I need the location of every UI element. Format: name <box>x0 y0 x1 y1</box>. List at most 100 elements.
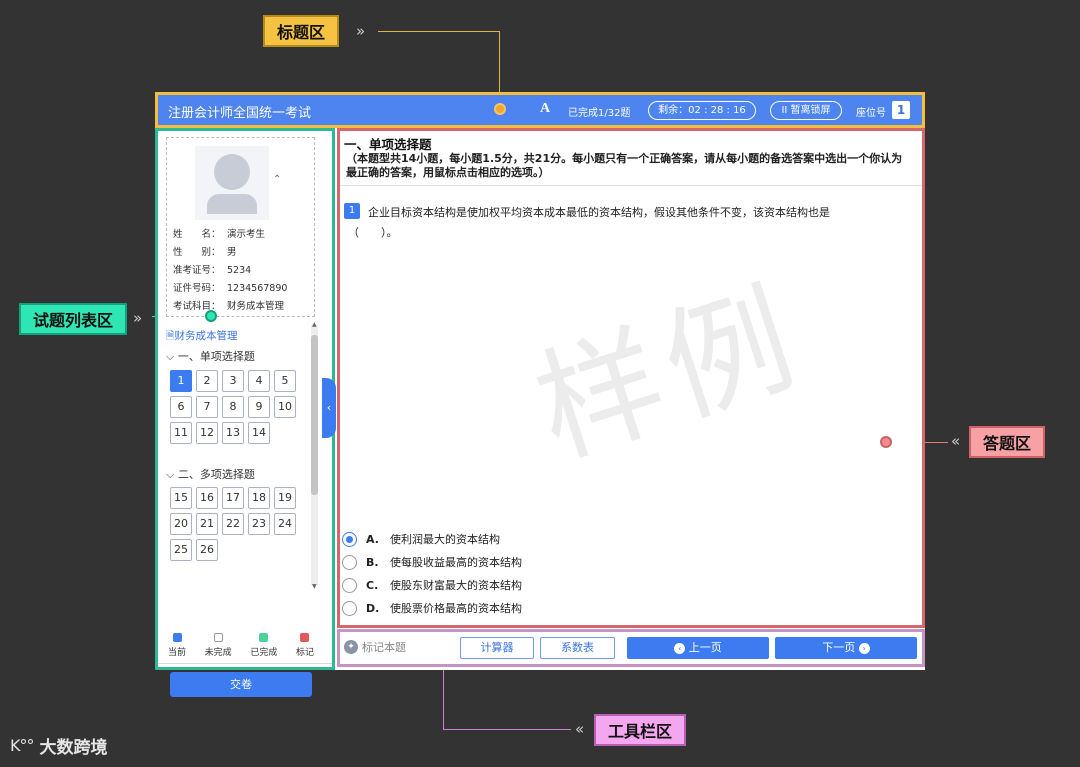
info-value: 男 <box>227 247 237 258</box>
radio-button[interactable] <box>342 600 357 616</box>
brand-name: 大数跨境 <box>39 738 108 758</box>
legend-swatch <box>300 633 310 642</box>
scrollbar-thumb[interactable] <box>311 335 318 495</box>
section-single-choice[interactable]: ⌵ 一、单项选择题 <box>166 348 255 364</box>
question-nav-button[interactable]: 21 <box>196 513 218 535</box>
question-grid: 15 16 17 18 19 20 21 22 23 24 25 26 <box>170 487 296 561</box>
mark-question-button[interactable]: ✦ 标记本题 <box>344 639 406 655</box>
subject-link[interactable]: 🗎财务成本管理 <box>166 328 237 346</box>
candidate-card: ⌃ 姓 名： 演示考生性 别： 男准考证号： 5234 证件号码： 1234567890 考… <box>166 137 315 317</box>
option-text: 使利润最大的资本结构 <box>390 533 500 546</box>
scrollbar[interactable] <box>311 325 318 585</box>
question-nav-button[interactable]: 10 <box>274 396 296 418</box>
option-letter: A. <box>366 532 379 546</box>
question-nav-button[interactable]: 8 <box>222 396 244 418</box>
info-label: 考试科目： <box>173 301 221 312</box>
radio-button[interactable] <box>342 531 357 547</box>
question-nav-button[interactable]: 23 <box>248 513 270 535</box>
legend-item: 标记 <box>296 633 314 658</box>
info-value: 演示考生 <box>227 229 266 240</box>
question-nav-button[interactable]: 13 <box>222 422 244 444</box>
radio-button[interactable] <box>342 577 357 593</box>
question-nav-button[interactable]: 20 <box>170 513 192 535</box>
question-nav-button[interactable]: 14 <box>248 422 270 444</box>
avatar-head-icon <box>214 154 250 190</box>
section-instructions: （本题型共14小题，每小题1.5分，共21分。每小题只有一个正确答案，请从每小题… <box>346 152 903 179</box>
question-nav-button[interactable]: 18 <box>248 487 270 509</box>
legend-label: 未完成 <box>204 648 232 658</box>
answer-option[interactable]: C. 使股东财富最大的资本结构 <box>342 575 522 595</box>
question-nav-button[interactable]: 7 <box>196 396 218 418</box>
question-nav-button[interactable]: 6 <box>170 396 192 418</box>
question-nav-button[interactable]: 9 <box>248 396 270 418</box>
question-nav-button[interactable]: 15 <box>170 487 192 509</box>
question-nav-button[interactable]: 19 <box>274 487 296 509</box>
scroll-down-icon[interactable]: ▼ <box>312 583 317 590</box>
answer-option[interactable]: B. 使每股收益最高的资本结构 <box>342 552 522 572</box>
candidate-info-row: 考试科目： 财务成本管理 <box>173 298 284 312</box>
subject-name: 财务成本管理 <box>174 330 238 342</box>
option-text: 使每股收益最高的资本结构 <box>390 556 522 569</box>
question-nav-button[interactable]: 16 <box>196 487 218 509</box>
radio-button[interactable] <box>342 554 357 570</box>
option-letter: C. <box>366 578 379 592</box>
status-legend: 当前 未完成 已完成 标记 <box>168 633 314 658</box>
question-nav-button[interactable]: 22 <box>222 513 244 535</box>
info-label: 准考证号： <box>173 265 221 276</box>
font-size-icon[interactable]: A <box>540 101 550 117</box>
question-nav-button[interactable]: 4 <box>248 370 270 392</box>
question-nav-button[interactable]: 3 <box>222 370 244 392</box>
chevron-up-icon[interactable]: ⌃ <box>273 174 281 185</box>
section-multi-choice[interactable]: ⌵ 二、多项选择题 <box>166 466 255 482</box>
toolbar: ✦ 标记本题 计算器 系数表 ‹ 上一页 下一页 › <box>337 629 925 667</box>
info-value: 财务成本管理 <box>227 301 285 312</box>
title-bar: 注册会计师全国统一考试 A 已完成1/32题 剩余：02 : 28 : 16 I… <box>155 92 925 128</box>
scroll-up-icon[interactable]: ▲ <box>312 321 317 328</box>
candidate-info-row: 准考证号： 5234 <box>173 262 251 276</box>
toolbar-area-callout: 工具栏区 <box>594 714 687 746</box>
legend-label: 当前 <box>168 648 187 658</box>
legend-swatch <box>172 633 182 642</box>
title-callout-dot <box>494 103 506 115</box>
divider <box>158 663 332 664</box>
answer-option[interactable]: D. 使股票价格最高的资本结构 <box>342 598 522 618</box>
legend-label: 标记 <box>295 648 314 658</box>
question-number: 1 <box>344 203 360 219</box>
chevron-right-icon: » <box>133 309 143 327</box>
sample-watermark: 样例 <box>520 264 820 485</box>
option-text: 使股票价格最高的资本结构 <box>390 602 522 615</box>
question-nav-button[interactable]: 11 <box>170 422 192 444</box>
pause-lock-button[interactable]: II 暂离锁屏 <box>770 101 842 120</box>
exam-window: 注册会计师全国统一考试 A 已完成1/32题 剩余：02 : 28 : 16 I… <box>155 92 925 697</box>
countdown-timer: 剩余：02 : 28 : 16 <box>648 101 756 120</box>
question-nav-button[interactable]: 1 <box>170 370 192 392</box>
answer-area: 一、单项选择题 （本题型共14小题，每小题1.5分，共21分。每小题只有一个正确… <box>337 128 925 628</box>
answer-callout-dot <box>880 436 892 448</box>
next-page-button[interactable]: 下一页 › <box>775 637 917 659</box>
divider <box>340 185 922 186</box>
prev-label: 上一页 <box>688 641 722 654</box>
chevron-down-icon: ⌵ <box>166 468 178 481</box>
calculator-button[interactable]: 计算器 <box>460 637 534 659</box>
question-nav-button[interactable]: 5 <box>274 370 296 392</box>
progress-text: 已完成1/32题 <box>568 108 631 119</box>
avatar <box>195 146 269 220</box>
legend-item: 当前 <box>168 633 186 658</box>
question-nav-button[interactable]: 17 <box>222 487 244 509</box>
legend-swatch <box>259 633 269 642</box>
question-nav-button[interactable]: 24 <box>274 513 296 535</box>
prev-page-button[interactable]: ‹ 上一页 <box>627 637 769 659</box>
question-nav-button[interactable]: 2 <box>196 370 218 392</box>
question-nav-button[interactable]: 12 <box>196 422 218 444</box>
coefficient-table-button[interactable]: 系数表 <box>540 637 615 659</box>
submit-exam-button[interactable]: 交卷 <box>170 672 312 697</box>
candidate-info-row: 姓 名： 演示考生 <box>173 226 265 240</box>
question-nav-button[interactable]: 25 <box>170 539 192 561</box>
answer-option[interactable]: A. 使利润最大的资本结构 <box>342 529 500 549</box>
collapse-panel-button[interactable]: ‹ <box>322 378 336 438</box>
question-navigator: 🗎财务成本管理 ⌵ 一、单项选择题 1 2 3 4 5 6 7 8 9 10 11 12 13 14 ⌵ … <box>166 324 312 629</box>
chevron-left-icon: « <box>951 432 961 450</box>
question-nav-button[interactable]: 26 <box>196 539 218 561</box>
brand-mark-icon: K°° <box>10 736 34 755</box>
chevron-down-icon: ⌵ <box>166 350 178 363</box>
